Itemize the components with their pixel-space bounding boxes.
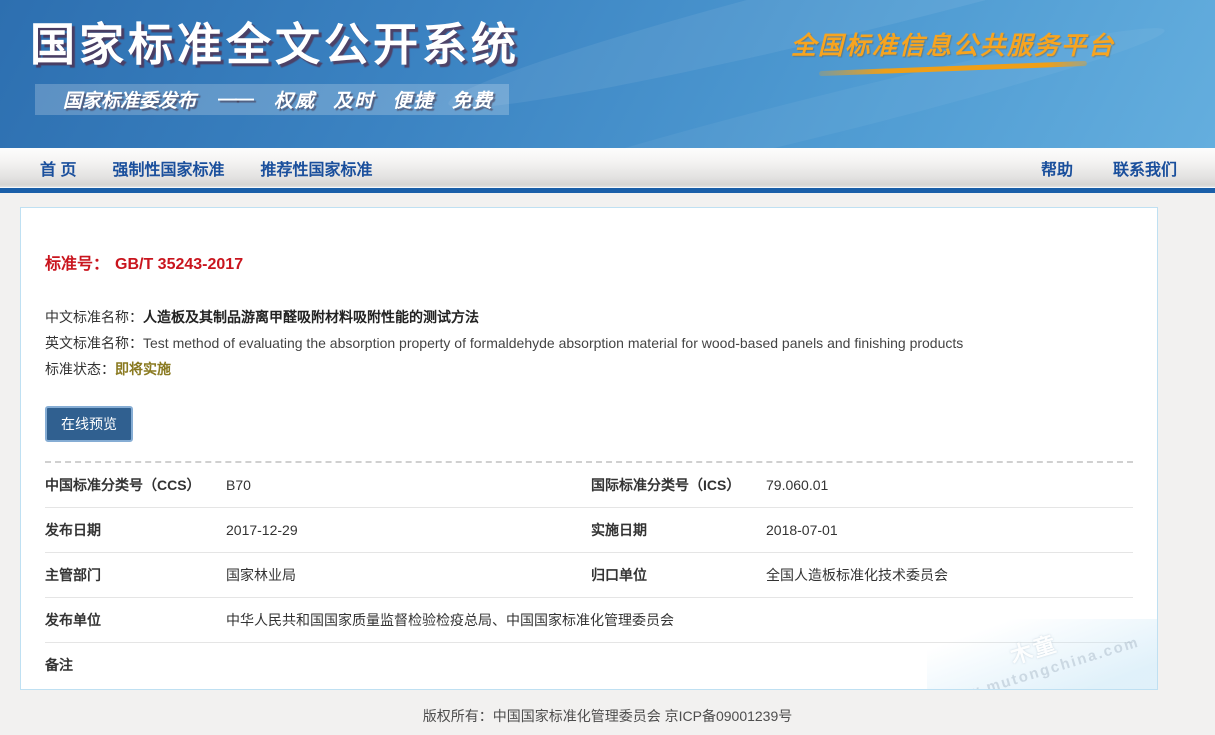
page: 国家标准全文公开系统 国家标准委发布 —— 权威 及时 便捷 免费 全国标准信息…	[0, 0, 1215, 735]
nav-item-contact-us[interactable]: 联系我们	[1093, 156, 1197, 180]
site-header: 国家标准全文公开系统 国家标准委发布 —— 权威 及时 便捷 免费 全国标准信息…	[0, 0, 1215, 148]
subtitle-dash: ——	[218, 89, 252, 111]
standard-fields: 中文标准名称：人造板及其制品游离甲醛吸附材料吸附性能的测试方法 英文标准名称：T…	[45, 304, 1133, 382]
field-cn-name: 中文标准名称：人造板及其制品游离甲醛吸附材料吸附性能的测试方法	[45, 304, 1133, 330]
table-row-publisher: 发布单位 中华人民共和国国家质量监督检验检疫总局、中国国家标准化管理委员会	[45, 598, 1133, 643]
main-nav: 首 页 强制性国家标准 推荐性国家标准 帮助 联系我们	[0, 148, 1215, 193]
table-row-dates: 发布日期 2017-12-29 实施日期 2018-07-01	[45, 508, 1133, 553]
en-name-value: Test method of evaluating the absorption…	[143, 335, 963, 351]
site-subtitle: 国家标准委发布 —— 权威 及时 便捷 免费	[35, 84, 509, 115]
ccs-value: B70	[226, 463, 591, 508]
field-en-name: 英文标准名称：Test method of evaluating the abs…	[45, 330, 1133, 356]
en-name-label: 英文标准名称：	[45, 335, 143, 351]
field-status: 标准状态：即将实施	[45, 356, 1133, 382]
main-content: 标准号： GB/T 35243-2017 中文标准名称：人造板及其制品游离甲醛吸附…	[0, 193, 1215, 690]
subtitle-issuer: 国家标准委发布	[63, 86, 196, 113]
copyright-text: 版权所有：中国国家标准化管理委员会 京ICP备09001239号	[423, 708, 793, 724]
table-row-departments: 主管部门 国家林业局 归口单位 全国人造板标准化技术委员会	[45, 553, 1133, 598]
centralized-unit-label: 归口单位	[591, 553, 766, 598]
cn-name-label: 中文标准名称：	[45, 309, 143, 325]
publisher-value: 中华人民共和国国家质量监督检验检疫总局、中国国家标准化管理委员会	[226, 598, 1133, 643]
publish-date-value: 2017-12-29	[226, 508, 591, 553]
table-row-classification: 中国标准分类号（CCS） B70 国际标准分类号（ICS） 79.060.01	[45, 463, 1133, 508]
status-badge: 即将实施	[115, 361, 171, 377]
cn-name-value: 人造板及其制品游离甲醛吸附材料吸附性能的测试方法	[143, 309, 479, 325]
standard-number-value: GB/T 35243-2017	[115, 256, 243, 273]
standard-number-line: 标准号： GB/T 35243-2017	[45, 250, 1133, 274]
remarks-value	[226, 643, 1133, 688]
implement-date-value: 2018-07-01	[766, 508, 1133, 553]
competent-dept-value: 国家林业局	[226, 553, 591, 598]
page-footer: 版权所有：中国国家标准化管理委员会 京ICP备09001239号	[0, 690, 1215, 726]
standard-detail-panel: 标准号： GB/T 35243-2017 中文标准名称：人造板及其制品游离甲醛吸附…	[20, 207, 1158, 690]
centralized-unit-value: 全国人造板标准化技术委员会	[766, 553, 1133, 598]
standard-number-label: 标准号：	[45, 256, 109, 273]
remarks-label: 备注	[45, 643, 226, 688]
publish-date-label: 发布日期	[45, 508, 226, 553]
online-preview-button[interactable]: 在线预览	[45, 406, 133, 442]
nav-item-home[interactable]: 首 页	[22, 156, 94, 180]
table-row-remarks: 备注	[45, 643, 1133, 688]
status-label: 标准状态：	[45, 361, 115, 377]
subtitle-qualities: 权威 及时 便捷 免费	[274, 86, 494, 113]
standard-detail-table: 中国标准分类号（CCS） B70 国际标准分类号（ICS） 79.060.01 …	[45, 463, 1133, 687]
ics-value: 79.060.01	[766, 463, 1133, 508]
nav-item-help[interactable]: 帮助	[1021, 156, 1093, 180]
site-title: 国家标准全文公开系统	[30, 8, 520, 73]
ccs-label: 中国标准分类号（CCS）	[45, 463, 226, 508]
implement-date-label: 实施日期	[591, 508, 766, 553]
platform-slogan-text: 全国标准信息公共服务平台	[791, 26, 1115, 62]
ics-label: 国际标准分类号（ICS）	[591, 463, 766, 508]
competent-dept-label: 主管部门	[45, 553, 226, 598]
platform-slogan: 全国标准信息公共服务平台	[791, 26, 1115, 71]
nav-item-mandatory-standards[interactable]: 强制性国家标准	[94, 156, 242, 180]
publisher-label: 发布单位	[45, 598, 226, 643]
nav-item-recommended-standards[interactable]: 推荐性国家标准	[242, 156, 390, 180]
